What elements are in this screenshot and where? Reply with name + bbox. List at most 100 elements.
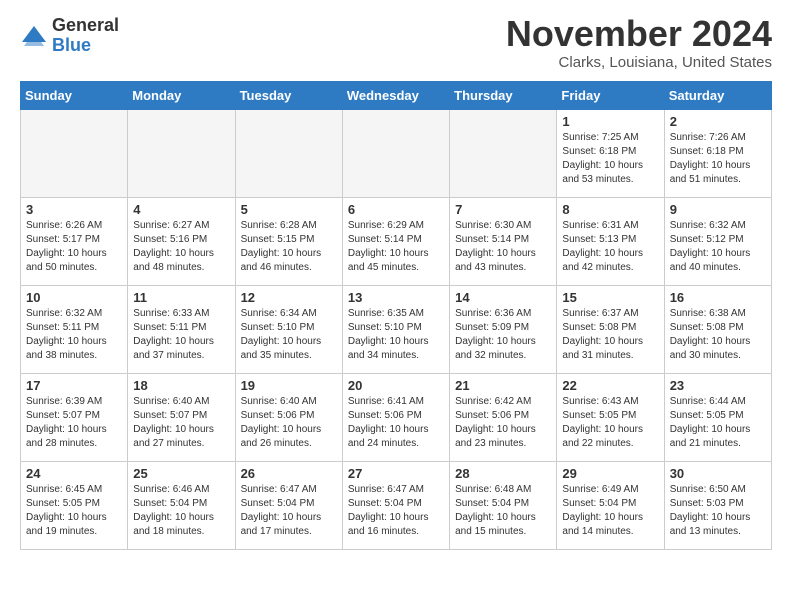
calendar-cell: 19Sunrise: 6:40 AMSunset: 5:06 PMDayligh…	[235, 374, 342, 462]
calendar-cell: 8 Sunrise: 6:31 AMSunset: 5:13 PMDaylight…	[557, 198, 664, 286]
day-number: 28	[455, 466, 551, 481]
weekday-header: Thursday	[450, 82, 557, 110]
calendar-cell: 29Sunrise: 6:49 AMSunset: 5:04 PMDayligh…	[557, 462, 664, 550]
day-info: Sunrise: 6:50 AMSunset: 5:03 PMDaylight:…	[670, 483, 766, 539]
month-title: November 2024	[506, 16, 772, 52]
calendar-cell: 2 Sunrise: 7:26 AMSunset: 6:18 PMDaylight…	[664, 110, 771, 198]
day-info: Sunrise: 6:47 AMSunset: 5:04 PMDaylight:…	[348, 483, 444, 539]
weekday-header: Tuesday	[235, 82, 342, 110]
calendar-cell: 6 Sunrise: 6:29 AMSunset: 5:14 PMDaylight…	[342, 198, 449, 286]
logo-icon	[20, 22, 48, 50]
weekday-header: Wednesday	[342, 82, 449, 110]
day-info: Sunrise: 6:34 AMSunset: 5:10 PMDaylight:…	[241, 307, 337, 363]
day-number: 26	[241, 466, 337, 481]
day-info: Sunrise: 6:37 AMSunset: 5:08 PMDaylight:…	[562, 307, 658, 363]
calendar-cell	[235, 110, 342, 198]
calendar-cell: 11Sunrise: 6:33 AMSunset: 5:11 PMDayligh…	[128, 286, 235, 374]
day-number: 19	[241, 378, 337, 393]
calendar-cell: 16Sunrise: 6:38 AMSunset: 5:08 PMDayligh…	[664, 286, 771, 374]
main-container: General Blue November 2024 Clarks, Louis…	[0, 0, 792, 566]
day-number: 1	[562, 114, 658, 129]
calendar-cell: 4Sunrise: 6:27 AMSunset: 5:16 PMDaylight…	[128, 198, 235, 286]
logo-general: General	[52, 16, 119, 36]
day-number: 30	[670, 466, 766, 481]
calendar-cell: 14Sunrise: 6:36 AMSunset: 5:09 PMDayligh…	[450, 286, 557, 374]
calendar-cell: 20 Sunrise: 6:41 AMSunset: 5:06 PMDayligh…	[342, 374, 449, 462]
day-number: 29	[562, 466, 658, 481]
day-info: Sunrise: 6:47 AMSunset: 5:04 PMDaylight:…	[241, 483, 337, 539]
calendar-cell: 13 Sunrise: 6:35 AMSunset: 5:10 PMDayligh…	[342, 286, 449, 374]
calendar-week-row: 3Sunrise: 6:26 AMSunset: 5:17 PMDaylight…	[21, 198, 772, 286]
day-info: Sunrise: 6:48 AMSunset: 5:04 PMDaylight:…	[455, 483, 551, 539]
day-info: Sunrise: 6:42 AMSunset: 5:06 PMDaylight:…	[455, 395, 551, 451]
header: General Blue November 2024 Clarks, Louis…	[20, 16, 772, 71]
calendar-cell: 18Sunrise: 6:40 AMSunset: 5:07 PMDayligh…	[128, 374, 235, 462]
day-number: 16	[670, 290, 766, 305]
calendar-week-row: 24Sunrise: 6:45 AMSunset: 5:05 PMDayligh…	[21, 462, 772, 550]
calendar-cell: 17 Sunrise: 6:39 AMSunset: 5:07 PMDayligh…	[21, 374, 128, 462]
calendar-cell: 1 Sunrise: 7:25 AMSunset: 6:18 PMDaylight…	[557, 110, 664, 198]
weekday-header-row: SundayMondayTuesdayWednesdayThursdayFrid…	[21, 82, 772, 110]
calendar-cell: 9 Sunrise: 6:32 AMSunset: 5:12 PMDaylight…	[664, 198, 771, 286]
day-number: 2	[670, 114, 766, 129]
calendar-cell: 21 Sunrise: 6:42 AMSunset: 5:06 PMDayligh…	[450, 374, 557, 462]
day-info: Sunrise: 6:30 AMSunset: 5:14 PMDaylight:…	[455, 219, 551, 275]
calendar-cell: 27Sunrise: 6:47 AMSunset: 5:04 PMDayligh…	[342, 462, 449, 550]
day-number: 20	[348, 378, 444, 393]
title-block: November 2024 Clarks, Louisiana, United …	[506, 16, 772, 71]
calendar-cell: 24Sunrise: 6:45 AMSunset: 5:05 PMDayligh…	[21, 462, 128, 550]
day-number: 23	[670, 378, 766, 393]
calendar-cell: 15 Sunrise: 6:37 AMSunset: 5:08 PMDayligh…	[557, 286, 664, 374]
calendar-cell	[450, 110, 557, 198]
day-number: 6	[348, 202, 444, 217]
calendar-week-row: 10Sunrise: 6:32 AMSunset: 5:11 PMDayligh…	[21, 286, 772, 374]
day-info: Sunrise: 6:29 AMSunset: 5:14 PMDaylight:…	[348, 219, 444, 275]
calendar-cell: 10Sunrise: 6:32 AMSunset: 5:11 PMDayligh…	[21, 286, 128, 374]
day-number: 10	[26, 290, 122, 305]
calendar-week-row: 1 Sunrise: 7:25 AMSunset: 6:18 PMDaylight…	[21, 110, 772, 198]
day-info: Sunrise: 6:46 AMSunset: 5:04 PMDaylight:…	[133, 483, 229, 539]
day-info: Sunrise: 6:35 AMSunset: 5:10 PMDaylight:…	[348, 307, 444, 363]
day-info: Sunrise: 6:31 AMSunset: 5:13 PMDaylight:…	[562, 219, 658, 275]
weekday-header: Sunday	[21, 82, 128, 110]
calendar-cell: 5 Sunrise: 6:28 AMSunset: 5:15 PMDaylight…	[235, 198, 342, 286]
calendar-week-row: 17 Sunrise: 6:39 AMSunset: 5:07 PMDayligh…	[21, 374, 772, 462]
calendar: SundayMondayTuesdayWednesdayThursdayFrid…	[20, 81, 772, 550]
day-number: 18	[133, 378, 229, 393]
day-number: 12	[241, 290, 337, 305]
day-info: Sunrise: 6:44 AMSunset: 5:05 PMDaylight:…	[670, 395, 766, 451]
logo: General Blue	[20, 16, 119, 56]
day-info: Sunrise: 6:39 AMSunset: 5:07 PMDaylight:…	[26, 395, 122, 451]
day-number: 13	[348, 290, 444, 305]
day-info: Sunrise: 6:32 AMSunset: 5:12 PMDaylight:…	[670, 219, 766, 275]
location: Clarks, Louisiana, United States	[506, 54, 772, 71]
day-number: 8	[562, 202, 658, 217]
weekday-header: Saturday	[664, 82, 771, 110]
calendar-cell: 3Sunrise: 6:26 AMSunset: 5:17 PMDaylight…	[21, 198, 128, 286]
day-info: Sunrise: 7:26 AMSunset: 6:18 PMDaylight:…	[670, 131, 766, 187]
day-number: 15	[562, 290, 658, 305]
calendar-cell: 30 Sunrise: 6:50 AMSunset: 5:03 PMDayligh…	[664, 462, 771, 550]
weekday-header: Friday	[557, 82, 664, 110]
day-number: 5	[241, 202, 337, 217]
calendar-cell: 26 Sunrise: 6:47 AMSunset: 5:04 PMDayligh…	[235, 462, 342, 550]
day-number: 9	[670, 202, 766, 217]
logo-blue: Blue	[52, 36, 119, 56]
calendar-cell: 12 Sunrise: 6:34 AMSunset: 5:10 PMDayligh…	[235, 286, 342, 374]
calendar-cell: 23 Sunrise: 6:44 AMSunset: 5:05 PMDayligh…	[664, 374, 771, 462]
calendar-cell: 25 Sunrise: 6:46 AMSunset: 5:04 PMDayligh…	[128, 462, 235, 550]
day-info: Sunrise: 6:28 AMSunset: 5:15 PMDaylight:…	[241, 219, 337, 275]
day-info: Sunrise: 7:25 AMSunset: 6:18 PMDaylight:…	[562, 131, 658, 187]
day-number: 25	[133, 466, 229, 481]
day-info: Sunrise: 6:27 AMSunset: 5:16 PMDaylight:…	[133, 219, 229, 275]
day-info: Sunrise: 6:41 AMSunset: 5:06 PMDaylight:…	[348, 395, 444, 451]
day-info: Sunrise: 6:45 AMSunset: 5:05 PMDaylight:…	[26, 483, 122, 539]
calendar-cell: 28 Sunrise: 6:48 AMSunset: 5:04 PMDayligh…	[450, 462, 557, 550]
day-number: 11	[133, 290, 229, 305]
day-info: Sunrise: 6:43 AMSunset: 5:05 PMDaylight:…	[562, 395, 658, 451]
day-number: 7	[455, 202, 551, 217]
day-number: 21	[455, 378, 551, 393]
day-info: Sunrise: 6:26 AMSunset: 5:17 PMDaylight:…	[26, 219, 122, 275]
day-number: 17	[26, 378, 122, 393]
calendar-cell	[21, 110, 128, 198]
